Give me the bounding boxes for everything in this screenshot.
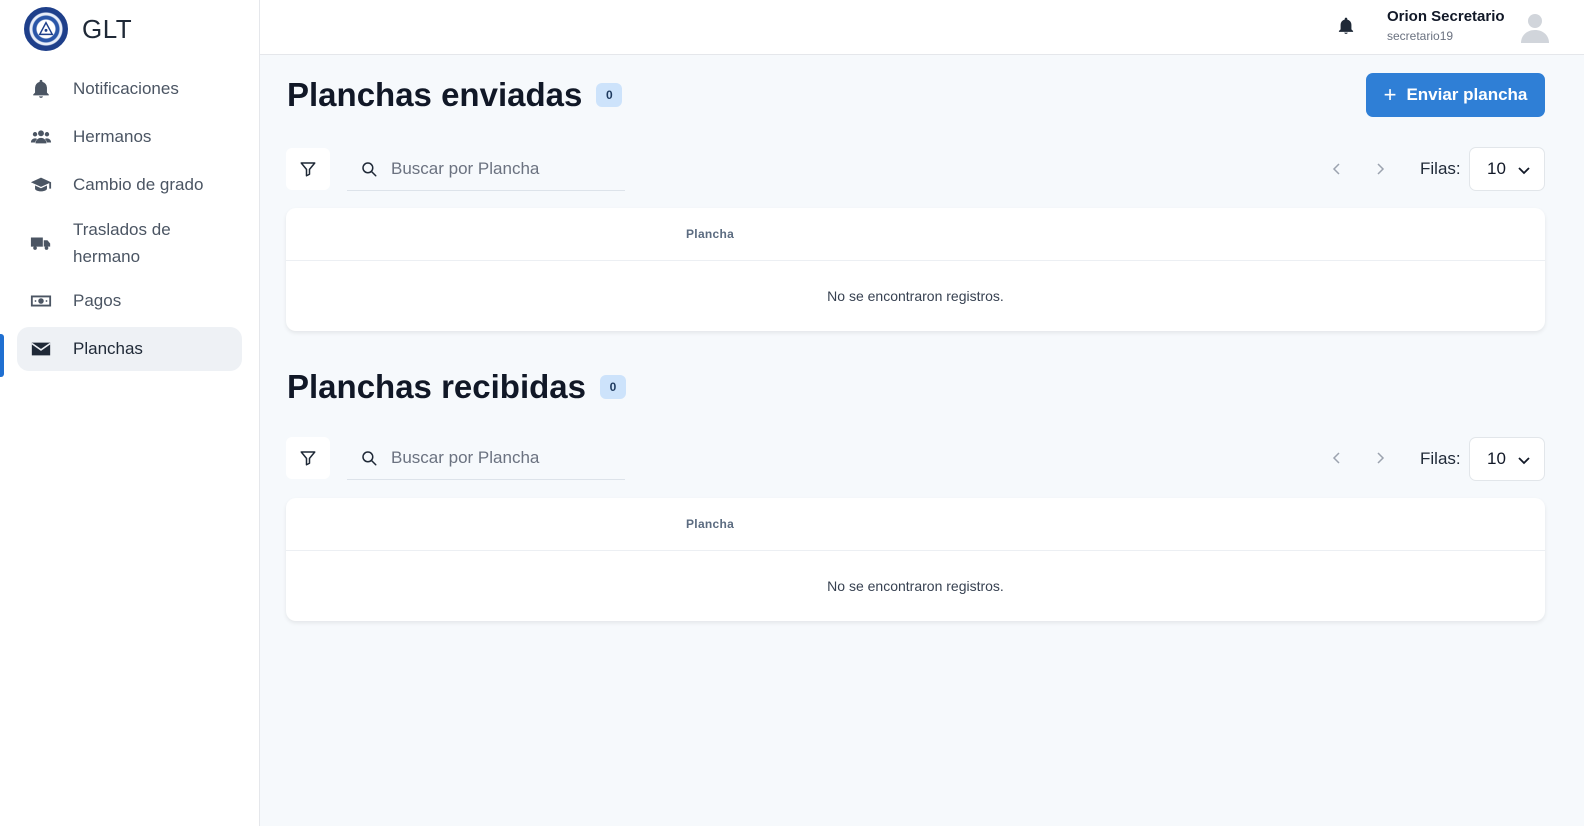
sidebar-item-traslados[interactable]: Traslados de hermano (17, 211, 242, 275)
sidebar-item-label: Traslados de hermano (73, 220, 171, 266)
sidebar-item-hermanos[interactable]: Hermanos (17, 115, 242, 159)
column-header-plancha[interactable]: Plancha (686, 227, 734, 241)
money-icon (29, 289, 53, 313)
brand[interactable]: GLT (24, 7, 132, 51)
sidebar-nav: Notificaciones Hermanos Cambio de grado … (17, 67, 242, 375)
sidebar-item-pagos[interactable]: Pagos (17, 279, 242, 323)
count-badge: 0 (599, 375, 626, 399)
chevron-left-icon (1332, 163, 1340, 175)
sidebar-item-label: Notificaciones (73, 79, 179, 98)
search-input[interactable] (391, 447, 611, 468)
avatar[interactable] (1518, 10, 1552, 44)
filter-button[interactable] (286, 437, 330, 479)
top-bar (260, 0, 1584, 55)
rows-label: Filas: (1420, 159, 1461, 178)
search-input[interactable] (391, 158, 611, 179)
count-badge: 0 (596, 83, 623, 107)
sidebar-item-label: Hermanos (73, 127, 152, 146)
sidebar-item-label: Planchas (73, 339, 143, 358)
sidebar-item-label: Pagos (73, 291, 122, 310)
sent-table: Plancha No se encontraron registros. (286, 208, 1545, 331)
section-title: Planchas recibidas (287, 368, 586, 405)
sidebar-item-planchas[interactable]: Planchas (17, 327, 242, 371)
sidebar-item-notificaciones[interactable]: Notificaciones (17, 67, 242, 111)
sidebar-item-cambio-de-grado[interactable]: Cambio de grado (17, 163, 242, 207)
chevron-left-icon (1332, 452, 1340, 464)
bell-icon (29, 77, 53, 101)
filter-button[interactable] (286, 148, 330, 190)
sidebar-item-label: Cambio de grado (73, 175, 204, 194)
rows-label: Filas: (1420, 449, 1461, 468)
active-indicator (0, 334, 4, 377)
user-id: secretario19 (1387, 29, 1454, 43)
send-plancha-label: Enviar plancha (1406, 85, 1528, 104)
filter-icon (300, 451, 316, 466)
rows-value: 10 (1487, 449, 1506, 468)
user-info[interactable]: Orion Secretario secretario19 (1387, 8, 1505, 43)
plus-icon: + (1383, 82, 1397, 107)
next-page-button[interactable] (1370, 448, 1390, 468)
chevron-right-icon (1377, 452, 1385, 464)
search-field (347, 436, 625, 480)
column-header-plancha[interactable]: Plancha (686, 517, 734, 531)
truck-icon (29, 231, 53, 255)
table-header: Plancha (286, 208, 1545, 261)
empty-message: No se encontraron registros. (827, 288, 1004, 304)
received-table: Plancha No se encontraron registros. (286, 498, 1545, 621)
rows-value: 10 (1487, 159, 1506, 178)
chevron-down-icon (1518, 167, 1530, 175)
next-page-button[interactable] (1370, 159, 1390, 179)
received-section-title: Planchas recibidas 0 (287, 368, 626, 406)
search-field (347, 147, 625, 191)
sidebar: GLT Notificaciones Hermanos Cambio de gr… (0, 0, 260, 826)
brand-name: GLT (82, 13, 133, 44)
page-title: Planchas enviadas (287, 76, 583, 113)
notifications-bell-icon[interactable] (1336, 16, 1358, 38)
rows-per-page-select[interactable]: 10 (1469, 437, 1545, 481)
prev-page-button[interactable] (1327, 448, 1347, 468)
envelope-icon (29, 337, 53, 361)
chevron-right-icon (1377, 163, 1385, 175)
chevron-down-icon (1518, 457, 1530, 465)
table-header: Plancha (286, 498, 1545, 551)
users-icon (29, 125, 53, 149)
graduation-cap-icon (29, 173, 53, 197)
user-name: Orion Secretario (1387, 8, 1505, 25)
prev-page-button[interactable] (1327, 159, 1347, 179)
empty-message: No se encontraron registros. (827, 578, 1004, 594)
rows-per-page-select[interactable]: 10 (1469, 147, 1545, 191)
send-plancha-button[interactable]: + Enviar plancha (1366, 73, 1545, 117)
filter-icon (300, 162, 316, 177)
search-icon (362, 450, 377, 465)
logo-seal-icon (24, 7, 68, 51)
sent-section-title: Planchas enviadas 0 (287, 76, 623, 114)
search-icon (362, 161, 377, 176)
